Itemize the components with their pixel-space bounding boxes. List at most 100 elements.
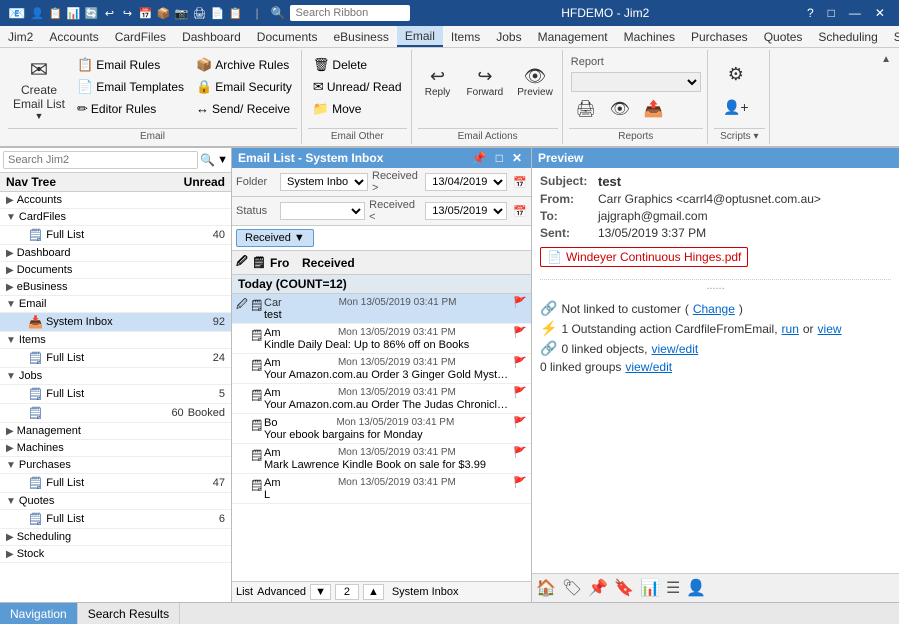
quick-access-icon-2[interactable]: 📋 — [47, 5, 63, 21]
received-view-button[interactable]: Received ▼ — [236, 229, 314, 247]
preview-chart-button[interactable]: 📊 — [640, 578, 660, 598]
received-after-select[interactable]: 13/04/2019 — [425, 173, 507, 191]
preview-home-button[interactable]: 🏠 — [536, 578, 556, 598]
quick-access-icon-6[interactable]: ↪ — [119, 5, 135, 21]
quick-access-icon-3[interactable]: 📊 — [65, 5, 81, 21]
nav-item-ebusiness[interactable]: ▶ eBusiness — [0, 279, 231, 296]
scripts-add-button[interactable]: 👤+ — [714, 96, 758, 119]
unread-read-button[interactable]: ✉ Unread/ Read — [308, 76, 407, 98]
email-row-6[interactable]: 🖉 🗒 Am Mon 13/05/2019 03:41 PM 🚩 Mark La… — [232, 444, 531, 474]
forward-button[interactable]: ↪ Forward — [462, 54, 509, 110]
quick-access-icon-8[interactable]: 📦 — [155, 5, 171, 21]
nav-item-stock[interactable]: ▶ Stock — [0, 546, 231, 563]
quick-access-icon-5[interactable]: ↩ — [101, 5, 117, 21]
scripts-button[interactable]: ⚙ — [714, 54, 758, 94]
nav-item-quotes[interactable]: ▼ Quotes — [0, 493, 231, 510]
email-panel-new-button[interactable]: □ — [493, 151, 506, 165]
view-link[interactable]: view — [818, 322, 842, 336]
menu-item-scheduling[interactable]: Scheduling — [810, 26, 885, 47]
send-receive-button[interactable]: ↔ Send/ Receive — [191, 98, 297, 119]
nav-item-jobs-fulllist[interactable]: 🗒 Full List 5 — [0, 385, 231, 404]
menu-item-ebusiness[interactable]: eBusiness — [325, 26, 396, 47]
email-row-7[interactable]: 🖉 🗒 Am Mon 13/05/2019 03:41 PM 🚩 L — [232, 474, 531, 504]
nav-item-purchases-fulllist[interactable]: 🗒 Full List 47 — [0, 474, 231, 493]
search-ribbon-input[interactable] — [290, 5, 410, 21]
page-down-button[interactable]: ▼ — [310, 584, 331, 600]
nav-item-scheduling[interactable]: ▶ Scheduling — [0, 529, 231, 546]
preview-button[interactable]: 👁 Preview — [512, 54, 558, 110]
nav-item-email[interactable]: ▼ Email — [0, 296, 231, 313]
menu-item-quotes[interactable]: Quotes — [756, 26, 811, 47]
quick-access-icon-1[interactable]: 👤 — [29, 5, 45, 21]
menu-item-management[interactable]: Management — [530, 26, 616, 47]
quick-access-icon-10[interactable]: 🖨 — [191, 5, 207, 21]
nav-item-cardfiles-fulllist[interactable]: 🗒 Full List 40 — [0, 226, 231, 245]
quick-access-icon-7[interactable]: 📅 — [137, 5, 153, 21]
menu-item-jim2[interactable]: Jim2 — [0, 26, 41, 47]
email-panel-close-button[interactable]: ✕ — [509, 151, 525, 165]
nav-item-cardfiles[interactable]: ▼ CardFiles — [0, 209, 231, 226]
nav-item-quotes-fulllist[interactable]: 🗒 Full List 6 — [0, 510, 231, 529]
page-number-input[interactable] — [335, 584, 359, 600]
nav-item-purchases[interactable]: ▼ Purchases — [0, 457, 231, 474]
menu-item-machines[interactable]: Machines — [616, 26, 683, 47]
quick-access-icon-4[interactable]: 🔄 — [83, 5, 99, 21]
list-tab[interactable]: List — [236, 586, 253, 598]
change-link[interactable]: Change — [693, 302, 735, 316]
received-after-cal-icon[interactable]: 📅 — [513, 176, 527, 189]
move-button[interactable]: 📁 Move — [308, 98, 407, 120]
preview-user-button[interactable]: 👤 — [686, 578, 706, 598]
quick-access-icon-12[interactable]: 📋 — [227, 5, 243, 21]
nav-item-jobs-booked[interactable]: 🗒 60 Booked — [0, 404, 231, 423]
page-up-button[interactable]: ▲ — [363, 584, 384, 600]
nav-item-accounts[interactable]: ▶ Accounts — [0, 192, 231, 209]
report-preview-button[interactable]: 👁 — [605, 96, 635, 122]
nav-item-items-fulllist[interactable]: 🗒 Full List 24 — [0, 349, 231, 368]
reply-button[interactable]: ↩ Reply — [418, 54, 458, 110]
menu-item-jobs[interactable]: Jobs — [488, 26, 529, 47]
menu-item-accounts[interactable]: Accounts — [41, 26, 106, 47]
maximize-button[interactable]: □ — [822, 6, 841, 20]
preview-attachment[interactable]: 📄 Windeyer Continuous Hinges.pdf — [540, 243, 891, 271]
email-row-1[interactable]: 🖉 🗒 Car Mon 13/05/2019 03:41 PM 🚩 test — [232, 294, 531, 324]
status-select[interactable] — [280, 202, 365, 220]
minimize-button[interactable]: — — [843, 6, 867, 20]
email-row-3[interactable]: 🖉 🗒 Am Mon 13/05/2019 03:41 PM 🚩 Your Am… — [232, 354, 531, 384]
preview-pin-button[interactable]: 📌 — [588, 578, 608, 598]
nav-item-jobs[interactable]: ▼ Jobs — [0, 368, 231, 385]
received-before-select[interactable]: 13/05/2019 — [425, 202, 507, 220]
editor-rules-button[interactable]: ✏ Editor Rules — [72, 98, 189, 120]
email-panel-pin-button[interactable]: 📌 — [469, 151, 490, 165]
run-link[interactable]: run — [782, 322, 799, 336]
nav-item-documents[interactable]: ▶ Documents — [0, 262, 231, 279]
nav-item-email-systeminbox[interactable]: 📥 System Inbox 92 — [0, 313, 231, 332]
nav-item-management[interactable]: ▶ Management — [0, 423, 231, 440]
advanced-tab[interactable]: Advanced — [257, 586, 306, 598]
email-row-5[interactable]: 🖉 🗒 Bo Mon 13/05/2019 03:41 PM 🚩 Your eb… — [232, 414, 531, 444]
preview-bookmark-button[interactable]: 🔖 — [614, 578, 634, 598]
help-button[interactable]: ? — [801, 6, 820, 20]
report-select[interactable] — [571, 72, 701, 92]
quick-access-icon-9[interactable]: 📷 — [173, 5, 189, 21]
ribbon-collapse-button[interactable]: ▲ — [877, 54, 895, 65]
nav-item-machines[interactable]: ▶ Machines — [0, 440, 231, 457]
view-edit-link-1[interactable]: view/edit — [652, 342, 699, 356]
menu-item-email[interactable]: Email — [397, 26, 443, 47]
close-button[interactable]: ✕ — [869, 6, 891, 20]
attachment-link[interactable]: 📄 Windeyer Continuous Hinges.pdf — [540, 247, 748, 267]
menu-item-documents[interactable]: Documents — [249, 26, 326, 47]
nav-search-input[interactable] — [3, 151, 198, 169]
quick-access-icon-11[interactable]: 📄 — [209, 5, 225, 21]
email-templates-button[interactable]: 📄 Email Templates — [72, 76, 189, 98]
report-print-button[interactable]: 🖨 — [571, 96, 601, 122]
menu-item-dashboard[interactable]: Dashboard — [174, 26, 249, 47]
email-security-button[interactable]: 🔒 Email Security — [191, 76, 297, 98]
preview-menu-button[interactable]: ☰ — [666, 578, 680, 598]
delete-button[interactable]: 🗑 Delete — [308, 54, 407, 76]
menu-item-purchases[interactable]: Purchases — [683, 26, 756, 47]
menu-item-cardfiles[interactable]: CardFiles — [107, 26, 174, 47]
view-edit-link-2[interactable]: view/edit — [625, 360, 672, 374]
nav-search-options-icon[interactable]: ▼ — [217, 154, 228, 166]
email-row-4[interactable]: 🖉 🗒 Am Mon 13/05/2019 03:41 PM 🚩 Your Am… — [232, 384, 531, 414]
email-rules-button[interactable]: 📋 Email Rules — [72, 54, 189, 76]
